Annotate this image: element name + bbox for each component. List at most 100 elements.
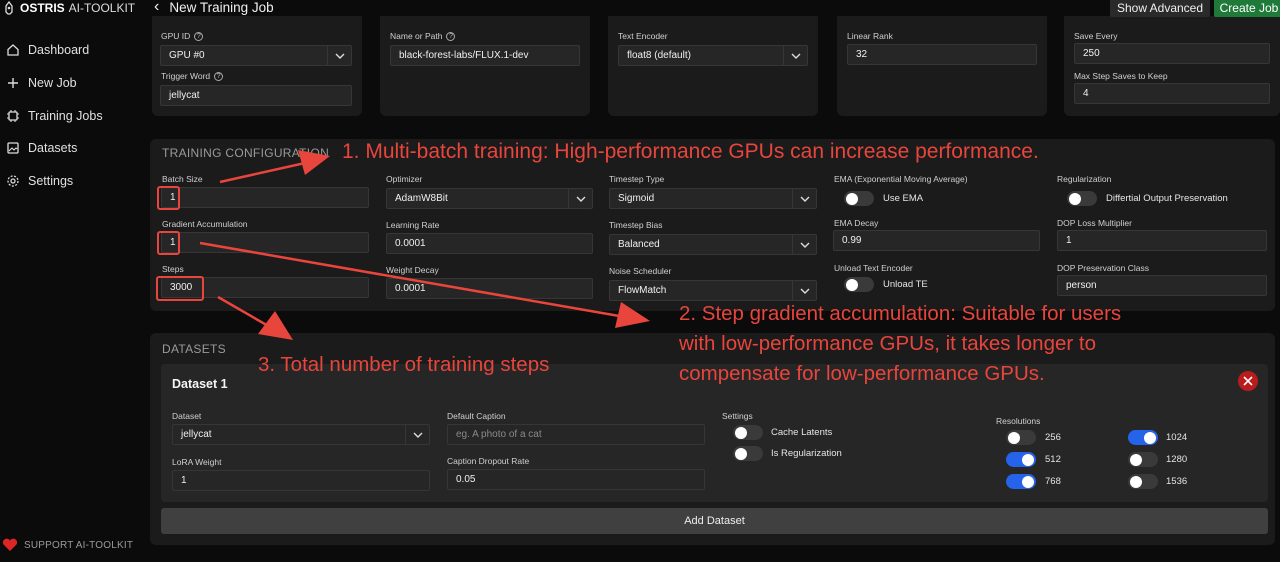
trigger-word-input[interactable]: jellycat — [160, 85, 352, 106]
annotation-1: 1. Multi-batch training: High-performanc… — [342, 140, 1039, 163]
ema-decay-input[interactable]: 0.99 — [833, 230, 1040, 251]
resolution-768-toggle[interactable] — [1006, 474, 1036, 489]
back-icon[interactable]: ‹ — [154, 0, 159, 16]
name-label: Name or Path? — [390, 31, 456, 42]
support-label: SUPPORT AI-TOOLKIT — [24, 539, 134, 551]
model-card: Name or Path? black-forest-labs/FLUX.1-d… — [380, 8, 590, 116]
annotation-3: 3. Total number of training steps — [258, 353, 550, 376]
is-regularization-toggle[interactable] — [733, 446, 763, 461]
header: ‹ New Training Job Show Advanced Create … — [140, 0, 1280, 17]
images-icon — [7, 142, 19, 154]
annotation-box-steps — [156, 276, 204, 301]
max-saves-input[interactable]: 4 — [1074, 83, 1270, 104]
gpu-id-label: GPU ID? — [161, 31, 204, 42]
gradient-accumulation-input[interactable]: 1 — [161, 232, 369, 253]
timestep-type-value: Sigmoid — [618, 193, 655, 204]
resolution-256-label: 256 — [1045, 432, 1061, 443]
resolution-1280-toggle[interactable] — [1128, 452, 1158, 467]
sidebar-item-new-job[interactable]: New Job — [6, 73, 77, 93]
noise-scheduler-value: FlowMatch — [618, 285, 667, 296]
learning-rate-input[interactable]: 0.0001 — [386, 233, 593, 254]
dop-class-label: DOP Preservation Class — [1057, 263, 1149, 273]
save-card: Save Every 250 Max Step Saves to Keep 4 — [1064, 8, 1280, 116]
dataset-card-title: Dataset 1 — [172, 377, 228, 391]
help-icon[interactable]: ? — [194, 32, 204, 42]
save-every-input[interactable]: 250 — [1074, 43, 1270, 64]
plus-icon — [8, 78, 18, 88]
resolution-1280-label: 1280 — [1166, 454, 1188, 465]
default-caption-input[interactable]: eg. A photo of a cat — [447, 424, 705, 445]
gpu-id-select[interactable]: GPU #0 — [160, 45, 352, 66]
trigger-label: Trigger Word? — [161, 71, 224, 82]
sidebar-item-datasets[interactable]: Datasets — [6, 138, 77, 158]
caption-dropout-input[interactable]: 0.05 — [447, 469, 705, 490]
brand-rest: AI-TOOLKIT — [68, 1, 136, 15]
lr-label: Learning Rate — [386, 220, 440, 230]
sidebar-item-dashboard[interactable]: Dashboard — [6, 40, 89, 60]
settings-label: Settings — [722, 411, 753, 421]
name-or-path-input[interactable]: black-forest-labs/FLUX.1-dev — [390, 45, 580, 66]
dop-loss-multiplier-input[interactable]: 1 — [1057, 230, 1267, 251]
dataset-select[interactable]: jellycat — [172, 424, 430, 445]
sidebar-item-label: Dashboard — [28, 43, 90, 57]
help-icon[interactable]: ? — [214, 72, 224, 82]
optimizer-label: Optimizer — [386, 174, 423, 184]
add-dataset-button[interactable]: Add Dataset — [161, 508, 1268, 534]
use-ema-toggle[interactable] — [844, 191, 874, 206]
chevron-down-icon — [568, 189, 592, 208]
batch-size-input[interactable]: 1 — [161, 187, 369, 208]
ema-decay-label: EMA Decay — [834, 218, 879, 228]
resolutions-label: Resolutions — [996, 416, 1041, 426]
datasets-title: DATASETS — [162, 342, 226, 356]
max-saves-label: Max Step Saves to Keep — [1074, 71, 1168, 81]
sidebar-item-training-jobs[interactable]: Training Jobs — [6, 106, 103, 126]
weight-decay-input[interactable]: 0.0001 — [386, 278, 593, 299]
noise-scheduler-select[interactable]: FlowMatch — [609, 280, 817, 301]
dop-toggle[interactable] — [1067, 191, 1097, 206]
annotation-2-line3: compensate for low-performance GPUs. — [679, 362, 1045, 385]
dop-mult-label: DOP Loss Multiplier — [1057, 218, 1132, 228]
te-value: float8 (default) — [627, 50, 691, 61]
cache-latents-toggle[interactable] — [733, 425, 763, 440]
page-title: ‹ New Training Job — [154, 0, 274, 16]
annotation-box-grad — [157, 231, 180, 255]
default-caption-label: Default Caption — [447, 411, 506, 421]
resolution-512-label: 512 — [1045, 454, 1061, 465]
linear-rank-input[interactable]: 32 — [847, 44, 1037, 65]
wd-label: Weight Decay — [386, 265, 439, 275]
trigger-label-text: Trigger Word — [161, 71, 211, 81]
sidebar-item-label: Training Jobs — [28, 109, 103, 123]
resolution-256-toggle[interactable] — [1006, 430, 1036, 445]
dop-preservation-class-input[interactable]: person — [1057, 275, 1267, 296]
support-link[interactable]: SUPPORT AI-TOOLKIT — [2, 538, 133, 552]
resolution-768-label: 768 — [1045, 476, 1061, 487]
help-icon[interactable]: ? — [446, 32, 456, 42]
resolution-1536-toggle[interactable] — [1128, 474, 1158, 489]
show-advanced-button[interactable]: Show Advanced — [1110, 0, 1210, 17]
annotation-2-line1: 2. Step gradient accumulation: Suitable … — [679, 302, 1122, 325]
job-card: GPU ID? GPU #0 Trigger Word? jellycat — [152, 8, 362, 116]
is-regularization-label: Is Regularization — [771, 448, 842, 459]
cache-latents-label: Cache Latents — [771, 427, 833, 438]
timestep-bias-select[interactable]: Balanced — [609, 234, 817, 255]
chevron-down-icon — [792, 189, 816, 208]
sidebar-item-settings[interactable]: Settings — [6, 171, 73, 191]
resolution-1024-toggle[interactable] — [1128, 430, 1158, 445]
text-encoder-card: Text Encoder float8 (default) — [608, 8, 818, 116]
chevron-down-icon — [792, 281, 816, 300]
optimizer-select[interactable]: AdamW8Bit — [386, 188, 593, 209]
remove-dataset-button[interactable] — [1238, 371, 1258, 391]
timestep-bias-label: Timestep Bias — [609, 220, 663, 230]
cpu-icon — [7, 110, 19, 122]
rank-label: Linear Rank — [847, 31, 893, 41]
timestep-type-select[interactable]: Sigmoid — [609, 188, 817, 209]
create-job-button[interactable]: Create Job — [1214, 0, 1280, 17]
resolution-512-toggle[interactable] — [1006, 452, 1036, 467]
lora-weight-input[interactable]: 1 — [172, 470, 430, 491]
use-ema-label: Use EMA — [883, 193, 924, 204]
ostris-logo-icon — [5, 1, 13, 15]
text-encoder-select[interactable]: float8 (default) — [618, 45, 808, 66]
app-root: OSTRIS AI-TOOLKIT Dashboard New Job Trai… — [0, 0, 1280, 562]
unload-te-toggle[interactable] — [844, 277, 874, 292]
gear-icon — [7, 175, 19, 187]
